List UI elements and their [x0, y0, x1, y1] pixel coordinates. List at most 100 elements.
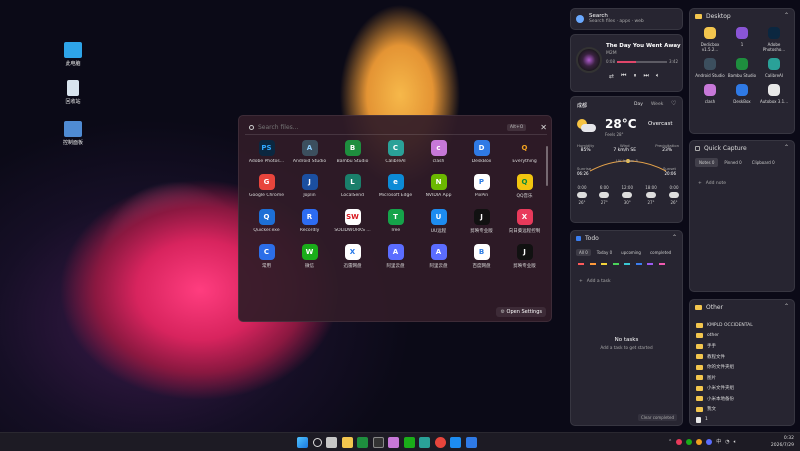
- next-icon[interactable]: ⏭: [643, 72, 648, 80]
- tab-week[interactable]: Week: [651, 102, 663, 107]
- heart-icon[interactable]: ♡: [671, 100, 676, 107]
- close-icon[interactable]: ✕: [540, 123, 547, 132]
- clear-completed-button[interactable]: Clear completed: [638, 414, 677, 421]
- chrome-icon[interactable]: [434, 437, 446, 448]
- tab-all[interactable]: All 0: [576, 249, 591, 256]
- app-item[interactable]: A 阿里云盘: [374, 244, 417, 269]
- other-list-item[interactable]: 你的文件夹组: [696, 362, 792, 373]
- desktop-panel-item[interactable]: Adobe Photosho...: [758, 27, 790, 52]
- input-method[interactable]: 中: [716, 438, 721, 445]
- app-item[interactable]: C 常用: [245, 244, 288, 269]
- tray-app-icon[interactable]: [676, 438, 683, 445]
- other-list-item[interactable]: 小米文件夹组: [696, 383, 792, 394]
- app-item[interactable]: U UU远程: [417, 209, 460, 234]
- desktop-panel-item[interactable]: Autobox 3.1...: [758, 84, 790, 104]
- app-item[interactable]: X 迅雷网盘: [331, 244, 374, 269]
- volume-icon[interactable]: 🔈︎: [656, 72, 660, 80]
- app-item[interactable]: Q QQ音乐: [503, 174, 546, 199]
- app-item[interactable]: B Bambu Studio: [331, 140, 374, 164]
- tab-notes[interactable]: Notes 0: [695, 158, 719, 167]
- color-filter[interactable]: [578, 263, 584, 265]
- desktop-panel-item[interactable]: clash: [694, 84, 726, 104]
- color-filter[interactable]: [612, 263, 619, 265]
- clash-icon[interactable]: [388, 437, 399, 448]
- notes-icon[interactable]: [419, 437, 430, 448]
- tray-app-icon[interactable]: [696, 438, 703, 445]
- tab-clipboard[interactable]: Clipboard 0: [748, 158, 779, 167]
- volume-icon[interactable]: 🔈︎: [734, 439, 737, 445]
- app-item[interactable]: G Google Chrome: [245, 174, 288, 199]
- collapse-icon[interactable]: ⌃: [784, 12, 789, 19]
- other-list-item[interactable]: 教程文件: [696, 352, 792, 363]
- scrollbar[interactable]: [546, 146, 548, 186]
- app-item[interactable]: P PixPin: [460, 174, 503, 199]
- desktop-panel-item[interactable]: 1: [726, 27, 758, 52]
- app-item[interactable]: J 剪映专业版: [503, 244, 546, 269]
- uu-remote-icon[interactable]: [450, 437, 461, 448]
- wechat-icon[interactable]: [403, 437, 415, 448]
- other-list-item[interactable]: 小米本地备份: [696, 394, 792, 405]
- app-item[interactable]: W 微信: [288, 244, 331, 269]
- other-list-item[interactable]: other: [696, 331, 792, 342]
- open-settings-button[interactable]: ⚙ Open Settings: [496, 307, 546, 317]
- other-list-item[interactable]: 我文: [696, 404, 792, 415]
- chevron-up-icon[interactable]: ⌃: [668, 439, 672, 445]
- app-item[interactable]: L LocalSend: [331, 174, 374, 199]
- app-item[interactable]: D DeskBox: [460, 140, 503, 164]
- desktop-icon-control-panel[interactable]: 控制面板: [53, 121, 93, 146]
- app-item[interactable]: R Recordly: [288, 209, 331, 234]
- color-filter[interactable]: [624, 263, 630, 265]
- app-item[interactable]: Q Everything: [503, 140, 546, 164]
- color-filter[interactable]: [589, 263, 596, 265]
- color-filter[interactable]: [658, 263, 665, 265]
- desktop-panel-item[interactable]: CalibreAI: [758, 58, 790, 78]
- collapse-icon[interactable]: ⌃: [672, 234, 677, 241]
- tray-app-icon[interactable]: [706, 438, 713, 445]
- tab-day[interactable]: Day: [634, 102, 643, 107]
- deskbox-icon[interactable]: [465, 437, 477, 448]
- app-item[interactable]: Q Quicker.exe: [245, 209, 288, 234]
- collapse-icon[interactable]: ⌃: [784, 144, 789, 151]
- progress-track[interactable]: [617, 61, 667, 63]
- pause-icon[interactable]: ⏸: [633, 72, 636, 80]
- desktop-panel-item[interactable]: Android Studio: [694, 58, 726, 78]
- terminal-icon[interactable]: [372, 437, 384, 448]
- file-explorer-icon[interactable]: [341, 437, 353, 448]
- desktop-panel-item[interactable]: DeskBox: [726, 84, 758, 104]
- app-item[interactable]: A 阿里云盘: [417, 244, 460, 269]
- app-item[interactable]: c clash: [417, 140, 460, 164]
- tab-pinned[interactable]: Pinned 0: [720, 158, 745, 167]
- app-item[interactable]: B 百度网盘: [460, 244, 503, 269]
- add-note-button[interactable]: + Add note: [698, 181, 726, 186]
- tab-today[interactable]: Today 0: [594, 249, 615, 256]
- tray-app-icon[interactable]: [686, 438, 693, 445]
- app-item[interactable]: X 向日葵远程控制: [503, 209, 546, 234]
- tab-upcoming[interactable]: upcoming: [618, 249, 644, 256]
- search-widget[interactable]: Search Search files · apps · web: [570, 8, 683, 30]
- other-list-item[interactable]: 1: [696, 415, 792, 426]
- add-task-button[interactable]: + Add a task: [579, 279, 611, 284]
- task-view-icon[interactable]: [326, 437, 337, 448]
- launcher-search-input[interactable]: [257, 124, 497, 131]
- app-item[interactable]: T Tree: [374, 209, 417, 234]
- tab-completed[interactable]: completed: [647, 249, 674, 256]
- search-icon[interactable]: [312, 438, 322, 447]
- app-item[interactable]: SW SOLIDWORKS ...: [331, 209, 374, 234]
- clock[interactable]: 0:32 2026/7/29: [771, 435, 794, 449]
- collapse-icon[interactable]: ⌃: [784, 303, 789, 310]
- app-item[interactable]: N NVIDIA App: [417, 174, 460, 199]
- app-item[interactable]: C CalibreAI: [374, 140, 417, 164]
- start-icon[interactable]: [297, 437, 308, 448]
- app-item[interactable]: PS Adobe Photos...: [245, 140, 288, 164]
- desktop-icon-recycle-bin[interactable]: 回收站: [53, 80, 93, 105]
- color-filter[interactable]: [635, 263, 642, 265]
- color-filter[interactable]: [647, 263, 653, 265]
- other-list-item[interactable]: 手手: [696, 341, 792, 352]
- bambu-studio-icon[interactable]: [357, 437, 368, 448]
- wifi-icon[interactable]: ◔: [725, 439, 729, 445]
- shuffle-icon[interactable]: ⇄: [609, 73, 614, 80]
- app-item[interactable]: A Android Studio: [288, 140, 331, 164]
- other-list-item[interactable]: KMPLD OCCIDENTAL: [696, 320, 792, 331]
- desktop-icon-this-pc[interactable]: 此电脑: [53, 42, 93, 67]
- desktop-panel-item[interactable]: Bambu Studio: [726, 58, 758, 78]
